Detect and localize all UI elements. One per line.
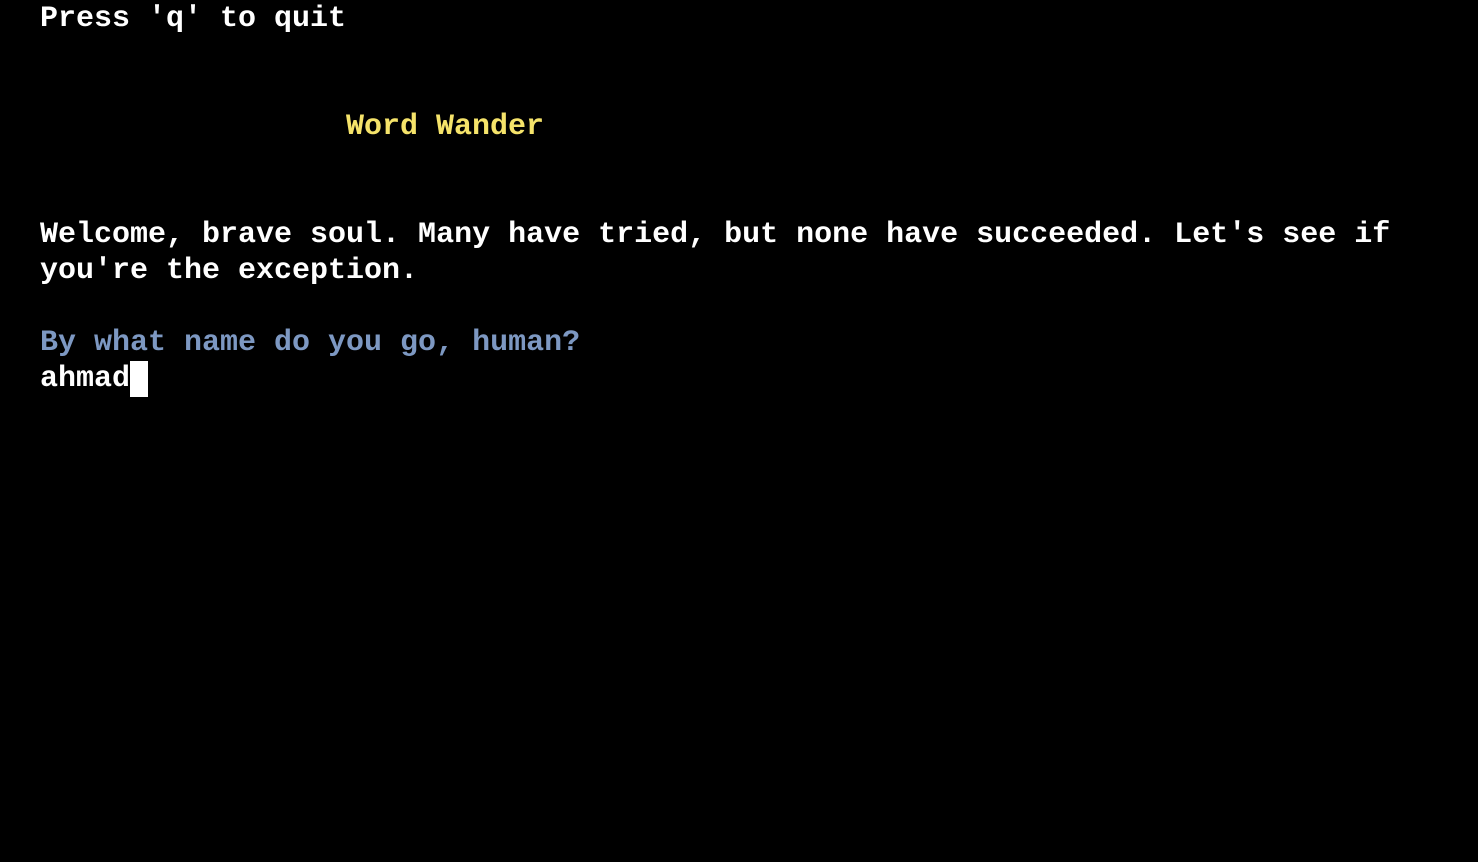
welcome-message-line-1: Welcome, brave soul. Many have tried, bu… <box>40 218 1391 252</box>
name-prompt: By what name do you go, human? <box>40 326 581 360</box>
name-input-line[interactable]: ahmad <box>40 361 149 397</box>
name-input[interactable]: ahmad <box>40 361 130 397</box>
terminal-window[interactable]: Press 'q' to quit Word Wander Welcome, b… <box>0 0 1478 862</box>
welcome-message-line-2: you're the exception. <box>40 254 419 288</box>
text-cursor <box>130 361 149 397</box>
game-title: Word Wander <box>346 110 545 144</box>
quit-hint: Press 'q' to quit <box>40 2 347 36</box>
